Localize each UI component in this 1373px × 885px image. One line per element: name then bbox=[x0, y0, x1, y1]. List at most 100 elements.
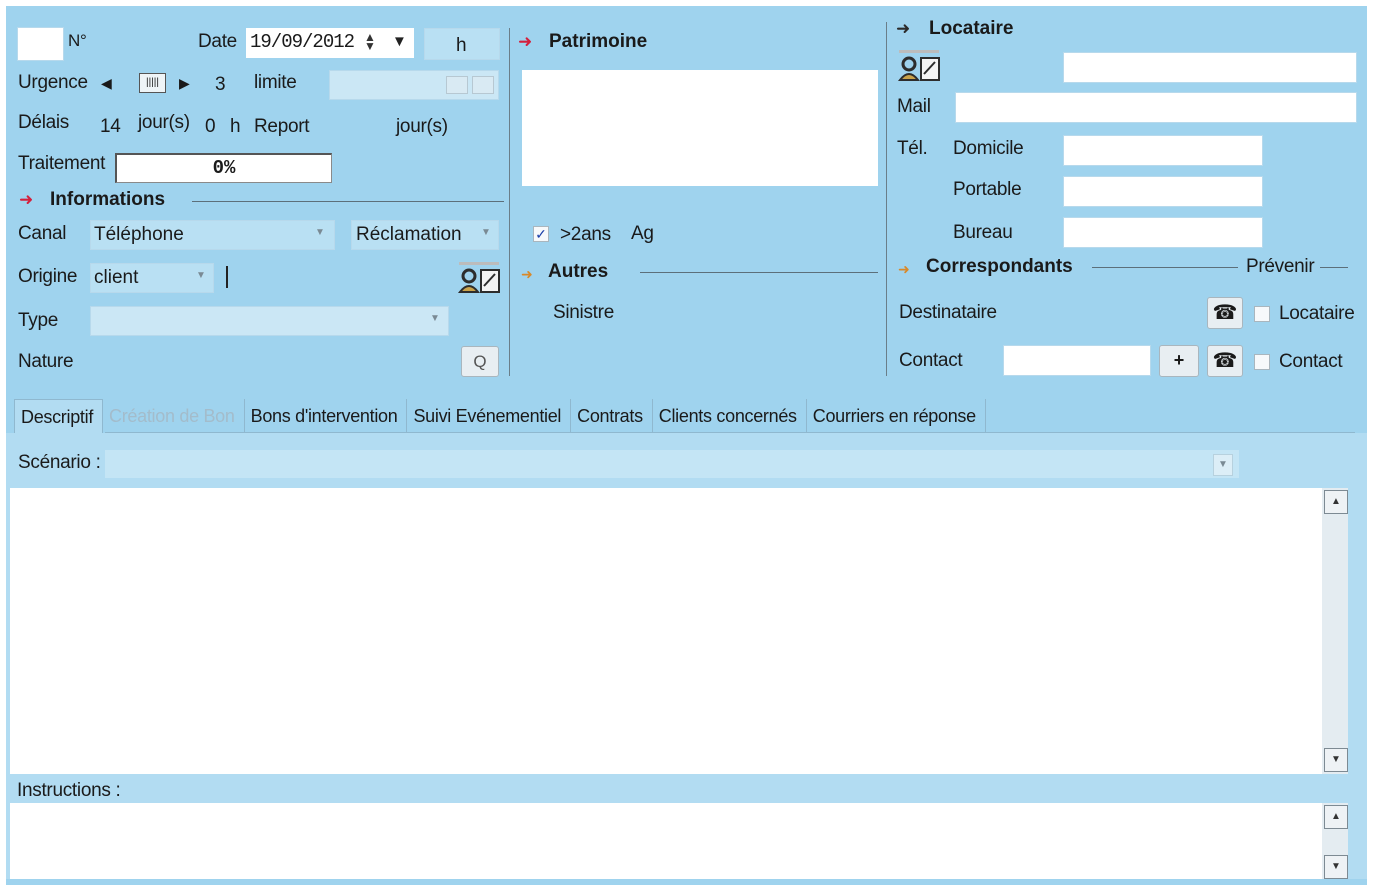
portable-input[interactable] bbox=[1063, 176, 1263, 207]
sinistre-label: Sinistre bbox=[553, 302, 614, 323]
scroll-down-icon[interactable]: ▼ bbox=[1324, 748, 1348, 772]
origine-value: client bbox=[94, 267, 139, 288]
locataire-card-icon[interactable] bbox=[897, 50, 943, 84]
reclamation-dropdown-icon[interactable]: ▼ bbox=[479, 227, 493, 241]
contact-input[interactable] bbox=[1003, 345, 1151, 376]
checkbox-check-icon: ✓ bbox=[535, 226, 547, 242]
bureau-label: Bureau bbox=[953, 222, 1013, 243]
type-label: Type bbox=[18, 310, 58, 331]
tab-suivi-evenementiel[interactable]: Suivi Evénementiel bbox=[407, 399, 572, 433]
tab-contrats[interactable]: Contrats bbox=[571, 399, 653, 433]
locataire-checkbox-label: Locataire bbox=[1279, 303, 1355, 324]
autres-title: Autres bbox=[548, 261, 609, 282]
tab-bar-line bbox=[105, 432, 1355, 433]
traitement-progress-bar: 0% bbox=[115, 153, 332, 183]
left-panel-separator bbox=[509, 28, 510, 376]
tel-label: Tél. bbox=[897, 138, 928, 159]
domicile-label: Domicile bbox=[953, 138, 1024, 159]
domicile-input[interactable] bbox=[1063, 135, 1263, 166]
plus-2ans-checkbox[interactable]: ✓ bbox=[533, 226, 549, 242]
origine-dropdown-icon[interactable]: ▼ bbox=[194, 270, 208, 284]
instructions-label: Instructions : bbox=[17, 780, 121, 801]
correspondants-title: Correspondants bbox=[926, 256, 1073, 277]
add-contact-button[interactable]: + bbox=[1159, 345, 1199, 377]
locataire-checkbox[interactable] bbox=[1254, 306, 1270, 322]
patrimoine-arrow-icon: ➜ bbox=[518, 32, 533, 51]
delais-days-unit: jour(s) bbox=[138, 112, 190, 133]
traitement-label: Traitement bbox=[18, 153, 106, 174]
prevenir-label: Prévenir bbox=[1246, 256, 1315, 277]
canal-dropdown-icon[interactable]: ▼ bbox=[313, 227, 327, 241]
portable-label: Portable bbox=[953, 179, 1022, 200]
urgence-increase-icon[interactable]: ▶ bbox=[179, 75, 190, 92]
limite-dropdown-icon[interactable] bbox=[472, 76, 494, 94]
report-label: Report bbox=[254, 116, 310, 137]
delais-days-value: 14 bbox=[100, 116, 121, 137]
report-unit: jour(s) bbox=[396, 116, 448, 137]
prevenir-divider bbox=[1320, 267, 1348, 268]
locataire-name-input[interactable] bbox=[1063, 52, 1357, 83]
contact-checkbox[interactable] bbox=[1254, 354, 1270, 370]
bureau-input[interactable] bbox=[1063, 217, 1263, 248]
contact-phone-icon[interactable]: ☎ bbox=[1207, 345, 1243, 377]
scenario-dropdown-icon[interactable]: ▼ bbox=[1213, 454, 1233, 476]
correspondants-arrow-icon: ➜ bbox=[898, 261, 910, 277]
date-label: Date bbox=[198, 31, 237, 52]
urgence-label: Urgence bbox=[18, 72, 88, 93]
tab-bar: Descriptif Création de Bon Bons d'interv… bbox=[14, 399, 986, 434]
origine-select[interactable]: client ▼ bbox=[90, 263, 214, 293]
locataire-arrow-icon: ➜ bbox=[896, 19, 911, 38]
type-select[interactable]: ▼ bbox=[90, 306, 449, 336]
limite-input[interactable] bbox=[329, 70, 499, 100]
canal-select[interactable]: Téléphone ▼ bbox=[90, 220, 335, 250]
patrimoine-title: Patrimoine bbox=[549, 31, 648, 52]
destinataire-label: Destinataire bbox=[899, 302, 997, 323]
ag-label: Ag bbox=[631, 223, 654, 244]
scroll-up-icon[interactable]: ▲ bbox=[1324, 490, 1348, 514]
traitement-value: 0% bbox=[212, 157, 236, 179]
contact-checkbox-label: Contact bbox=[1279, 351, 1343, 372]
informations-divider bbox=[192, 201, 504, 202]
reclamation-value: Réclamation bbox=[356, 224, 462, 245]
scenario-select[interactable]: ▼ bbox=[105, 450, 1239, 478]
contact-card-icon[interactable] bbox=[457, 262, 503, 296]
hour-label: h bbox=[456, 35, 467, 56]
patrimoine-textarea[interactable] bbox=[522, 70, 878, 186]
instructions-scrollbar[interactable]: ▲ ▼ bbox=[1322, 803, 1348, 879]
destinataire-phone-icon[interactable]: ☎ bbox=[1207, 297, 1243, 329]
tab-courriers-en-reponse[interactable]: Courriers en réponse bbox=[807, 399, 986, 433]
canal-value: Téléphone bbox=[94, 224, 184, 245]
reclamation-select[interactable]: Réclamation ▼ bbox=[351, 220, 499, 250]
scenario-scrollbar[interactable]: ▲ ▼ bbox=[1322, 488, 1348, 774]
tab-creation-de-bon[interactable]: Création de Bon bbox=[103, 399, 245, 433]
delais-hours-value: 0 bbox=[205, 116, 216, 137]
date-dropdown-icon[interactable]: ▼ bbox=[392, 33, 407, 50]
instructions-scroll-down-icon[interactable]: ▼ bbox=[1324, 855, 1348, 879]
urgence-value: 3 bbox=[215, 74, 226, 95]
instructions-scroll-up-icon[interactable]: ▲ bbox=[1324, 805, 1348, 829]
tab-descriptif[interactable]: Descriptif bbox=[14, 399, 104, 434]
mail-input[interactable] bbox=[955, 92, 1357, 123]
limite-calendar-icon[interactable] bbox=[446, 76, 468, 94]
tab-clients-concernes[interactable]: Clients concernés bbox=[653, 399, 807, 433]
number-label: N° bbox=[68, 31, 87, 50]
informations-arrow-icon: ➜ bbox=[19, 190, 34, 209]
urgence-slider-thumb[interactable]: ||||| bbox=[139, 73, 166, 93]
nature-search-button[interactable]: Q bbox=[461, 346, 499, 377]
date-picker[interactable]: 19/09/2012 ▲ ▼ ▼ bbox=[246, 28, 414, 58]
autres-divider bbox=[640, 272, 878, 273]
limite-label: limite bbox=[254, 72, 297, 93]
mail-label: Mail bbox=[897, 96, 931, 117]
urgence-decrease-icon[interactable]: ◀ bbox=[101, 75, 112, 92]
tab-bons-intervention[interactable]: Bons d'intervention bbox=[245, 399, 408, 433]
middle-panel-separator bbox=[886, 22, 887, 376]
date-spin-icon[interactable]: ▲ ▼ bbox=[364, 31, 376, 52]
type-dropdown-icon[interactable]: ▼ bbox=[428, 313, 442, 327]
autres-arrow-icon: ➜ bbox=[521, 266, 533, 282]
instructions-textarea[interactable] bbox=[10, 803, 1322, 879]
scenario-textarea[interactable] bbox=[10, 488, 1322, 774]
plus-2ans-label: >2ans bbox=[560, 224, 611, 245]
locataire-title: Locataire bbox=[929, 18, 1014, 39]
text-cursor bbox=[226, 266, 228, 288]
number-input[interactable] bbox=[17, 27, 64, 61]
